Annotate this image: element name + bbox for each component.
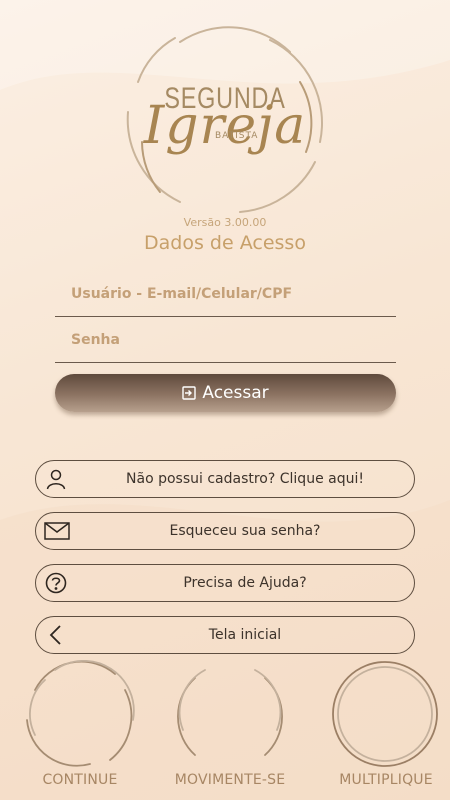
nav-movimente-se[interactable]: MOVIMENTE-SE bbox=[165, 660, 295, 800]
multiplique-ring-icon bbox=[332, 661, 438, 767]
nav-movimente-se-label: MOVIMENTE-SE bbox=[174, 772, 286, 788]
nav-multiplique[interactable]: MULTIPLIQUE bbox=[321, 660, 446, 800]
nav-continue[interactable]: CONTINUE bbox=[15, 660, 145, 800]
username-input[interactable] bbox=[55, 272, 396, 316]
username-field bbox=[55, 272, 396, 317]
forgot-password-button[interactable]: Esqueceu sua senha? bbox=[35, 512, 415, 550]
forgot-password-label: Esqueceu sua senha? bbox=[169, 523, 321, 539]
movimente-ring-icon bbox=[177, 669, 283, 756]
register-button[interactable]: Não possui cadastro? Clique aqui! bbox=[35, 460, 415, 498]
help-label: Precisa de Ajuda? bbox=[183, 575, 307, 591]
envelope-icon bbox=[44, 520, 70, 542]
question-icon bbox=[45, 572, 67, 594]
user-icon bbox=[45, 468, 67, 490]
church-logo: SEGUNDA Igreja BATISTA bbox=[120, 22, 330, 218]
register-label: Não possui cadastro? Clique aqui! bbox=[126, 471, 364, 487]
home-screen-label: Tela inicial bbox=[208, 627, 282, 643]
home-screen-button[interactable]: Tela inicial bbox=[35, 616, 415, 654]
page-title: Dados de Acesso bbox=[144, 232, 306, 254]
chevron-left-icon bbox=[45, 624, 67, 646]
logo-batista: BATISTA bbox=[215, 131, 259, 141]
access-button[interactable]: Acessar bbox=[55, 374, 396, 412]
nav-continue-label: CONTINUE bbox=[42, 772, 118, 788]
password-input[interactable] bbox=[55, 318, 396, 362]
access-button-label: Acessar bbox=[202, 383, 269, 403]
app-version: Versão 3.00.00 bbox=[183, 216, 267, 229]
help-button[interactable]: Precisa de Ajuda? bbox=[35, 564, 415, 602]
logo-igreja: Igreja bbox=[143, 96, 307, 156]
nav-multiplique-label: MULTIPLIQUE bbox=[339, 772, 433, 788]
login-icon bbox=[182, 386, 197, 400]
continue-ring-icon bbox=[26, 660, 135, 767]
password-field bbox=[55, 318, 396, 363]
